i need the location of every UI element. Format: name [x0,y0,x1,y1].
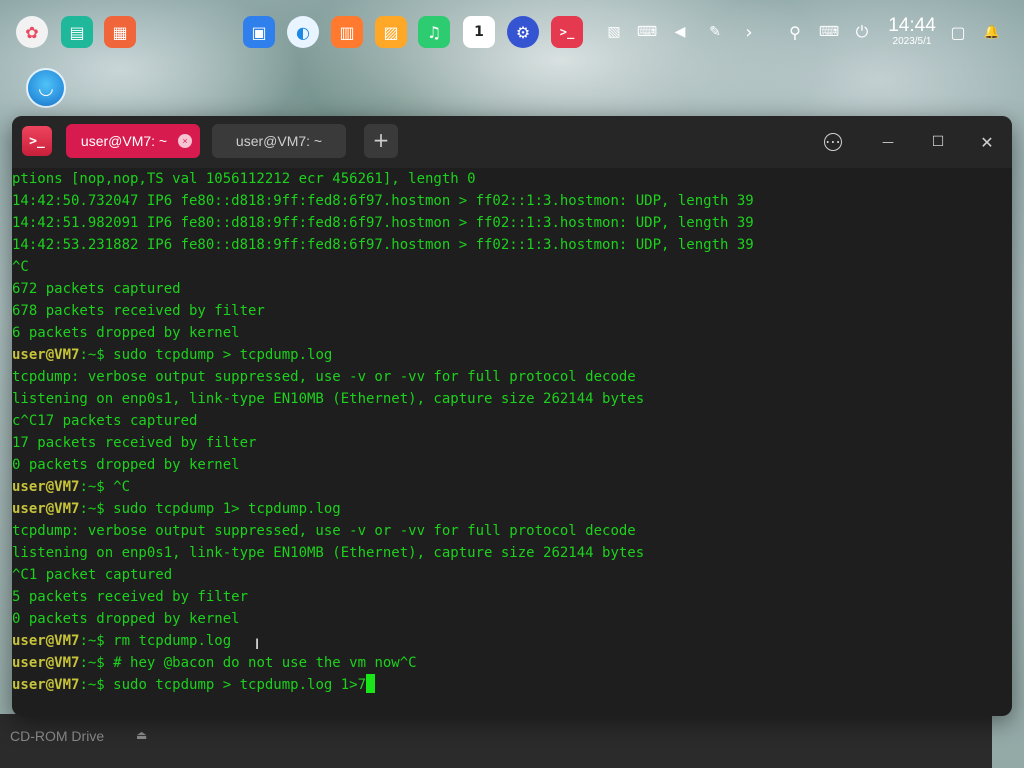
package-icon[interactable]: ▣ [243,16,275,48]
clock-time: 14:44 [888,15,936,36]
tab-1[interactable]: user@VM7: ~ × [66,124,200,158]
terminal-output-line: 0 packets dropped by kernel [12,457,240,473]
store-bag-icon[interactable]: ▥ [331,16,363,48]
terminal-output-line: 14:42:50.732047 IP6 fe80::d818:9ff:fed8:… [12,193,754,209]
eject-icon[interactable]: ⏏ [136,728,147,742]
terminal-output-line: 14:42:53.231882 IP6 fe80::d818:9ff:fed8:… [12,237,754,253]
command-text: # hey @bacon do not use the vm now^C [113,655,417,671]
terminal-output-line: 5 packets received by filter [12,589,249,605]
tab-label: user@VM7: ~ [80,133,168,149]
terminal-output-line: 0 packets dropped by kernel [12,611,240,627]
terminal-command-line: user@VM7:~$ # hey @bacon do not use the … [12,652,1012,674]
command-text: sudo tcpdump > tcpdump.log 1>7 [113,677,367,693]
terminal-output-line: tcpdump: verbose output suppressed, use … [12,523,636,539]
window-menu-button[interactable]: ⋯ [824,133,842,151]
terminal-output-line: ^C1 packet captured [12,567,173,583]
notification-bell-icon[interactable]: 🔔 [982,22,1002,42]
onscreen-keyboard-icon[interactable]: ⌨ [819,22,839,42]
terminal-output-line: 672 packets captured [12,281,181,297]
terminal-output-line: 678 packets received by filter [12,303,265,319]
terminal-cursor [366,674,376,693]
terminal-output-line: c^C17 packets captured [12,413,198,429]
expand-tray-icon[interactable]: › [739,22,759,43]
power-icon[interactable]: ⏻ [852,22,872,42]
terminal-titlebar[interactable]: >_ user@VM7: ~ × user@VM7: ~ + ⋯ — ☐ ✕ [12,116,1012,168]
settings-icon[interactable]: ⚙ [507,16,539,48]
music-icon[interactable]: ♫ [418,16,450,48]
prompt-user: user@VM7 [12,677,80,693]
tab-2[interactable]: user@VM7: ~ [212,124,346,158]
command-text: ^C [113,479,131,495]
app-store-icon[interactable]: ▦ [104,16,136,48]
terminal-command-line: user@VM7:~$ sudo tcpdump 1> tcpdump.log [12,498,1012,520]
terminal-dock-icon[interactable]: >_ [551,16,583,48]
terminal-output-line: ptions [nop,nop,TS val 1056112212 ecr 45… [12,171,476,187]
clock-date: 2023/5/1 [892,36,932,47]
prompt-path: :~$ [79,677,114,693]
terminal-output-line: 17 packets received by filter [12,435,257,451]
prompt-path: :~$ [79,347,114,363]
desktop-logo-icon[interactable]: ◡ [26,68,66,108]
photos-icon[interactable]: ▨ [375,16,407,48]
file-manager-icon[interactable]: ▤ [61,16,93,48]
clock[interactable]: 14:44 2023/5/1 [884,16,940,48]
search-icon[interactable]: ⚲ [785,22,805,42]
background-file-manager-window: CD-ROM Drive ⏏ [0,714,992,768]
terminal-command-line: user@VM7:~$ ^C [12,476,1012,498]
browser-icon[interactable]: ◐ [287,16,319,48]
launcher-icon[interactable]: ✿ [16,16,48,48]
terminal-command-line: user@VM7:~$ sudo tcpdump > tcpdump.log 1… [12,674,1012,696]
terminal-output-line: listening on enp0s1, link-type EN10MB (E… [12,545,645,561]
new-tab-button[interactable]: + [364,124,398,158]
calendar-icon[interactable]: 1 [463,16,495,48]
prompt-user: user@VM7 [12,501,80,517]
terminal-output-line: tcpdump: verbose output suppressed, use … [12,369,636,385]
terminal-output-line: ^C [12,259,29,275]
terminal-output-line: listening on enp0s1, link-type EN10MB (E… [12,391,645,407]
trash-icon[interactable]: ▢ [948,22,968,42]
tab-label: user@VM7: ~ [235,133,323,149]
prompt-path: :~$ [79,501,114,517]
keyboard-layout-icon[interactable]: ⌨ [637,22,657,42]
terminal-command-line: user@VM7:~$ rm tcpdump.log [12,630,1012,652]
prompt-user: user@VM7 [12,479,80,495]
maximize-button[interactable]: ☐ [924,128,952,156]
prompt-path: :~$ [79,633,114,649]
prompt-path: :~$ [79,655,114,671]
terminal-command-line: user@VM7:~$ sudo tcpdump > tcpdump.log [12,344,1012,366]
prompt-user: user@VM7 [12,655,80,671]
command-text: sudo tcpdump > tcpdump.log [113,347,333,363]
terminal-window: >_ user@VM7: ~ × user@VM7: ~ + ⋯ — ☐ ✕ p… [12,116,1012,716]
close-button[interactable]: ✕ [973,128,1001,156]
volume-icon[interactable]: ◀ [670,22,690,42]
terminal-output-line: 14:42:51.982091 IP6 fe80::d818:9ff:fed8:… [12,215,754,231]
prompt-path: :~$ [79,479,114,495]
terminal-output-line: 6 packets dropped by kernel [12,325,240,341]
minimize-button[interactable]: — [874,128,902,156]
screenshot-icon[interactable]: ▧ [604,22,624,42]
pen-icon[interactable]: ✎ [705,22,725,42]
prompt-user: user@VM7 [12,633,80,649]
cdrom-drive-label[interactable]: CD-ROM Drive [10,728,104,744]
tab-close-icon[interactable]: × [178,134,192,148]
prompt-user: user@VM7 [12,347,80,363]
terminal-output[interactable]: ptions [nop,nop,TS val 1056112212 ecr 45… [12,168,1012,716]
top-dock: ✿ ▤ ▦ ▣ ◐ ▥ ▨ ♫ 1 ⚙ >_ ▧ ⌨ ◀ ✎ › ⚲ ⌨ ⏻ 1… [8,8,1016,56]
text-cursor-ibeam-icon: I [255,637,260,653]
command-text: rm tcpdump.log [113,633,232,649]
command-text: sudo tcpdump 1> tcpdump.log [113,501,341,517]
terminal-app-icon: >_ [22,126,52,156]
